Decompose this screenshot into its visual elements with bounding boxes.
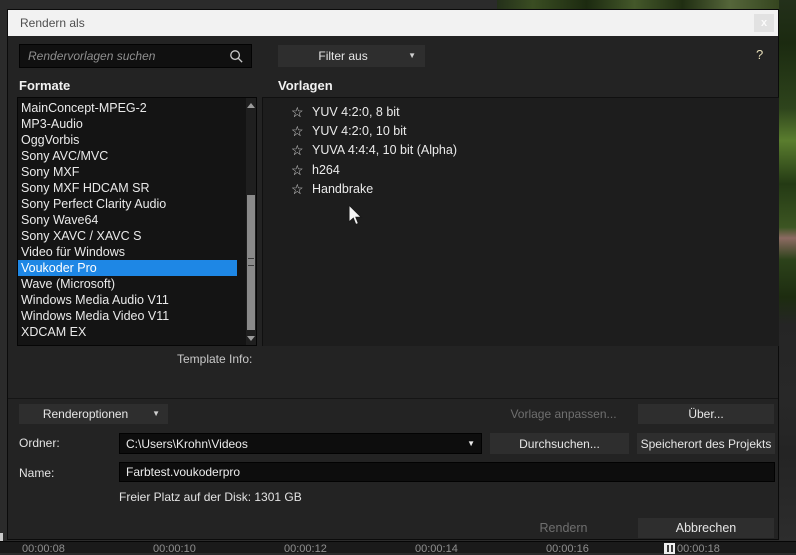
free-space-text: Freier Platz auf der Disk: 1301 GB bbox=[119, 490, 302, 504]
favorite-star-icon[interactable]: ☆ bbox=[291, 182, 312, 196]
browse-label: Durchsuchen... bbox=[519, 437, 600, 451]
name-label: Name: bbox=[19, 466, 54, 480]
template-search-box bbox=[19, 44, 252, 68]
format-list-item[interactable]: Sony MXF bbox=[18, 164, 237, 180]
filter-label: Filter aus bbox=[278, 49, 408, 63]
favorite-star-icon[interactable]: ☆ bbox=[291, 143, 312, 157]
scroll-down-icon[interactable] bbox=[247, 332, 255, 344]
timeline-timestamp: 00:00:10 bbox=[153, 543, 196, 555]
timeline-timestamp: 00:00:12 bbox=[284, 543, 327, 555]
search-icon bbox=[229, 49, 244, 64]
close-button[interactable]: x bbox=[754, 14, 774, 32]
customize-template-label: Vorlage anpassen... bbox=[510, 407, 616, 421]
timeline-timestamp: 00:00:16 bbox=[546, 543, 589, 555]
template-label: YUVA 4:4:4, 10 bit (Alpha) bbox=[312, 143, 457, 157]
formats-list-items: MainConcept-MPEG-2MP3-AudioOggVorbisSony… bbox=[18, 100, 246, 340]
format-list-item[interactable]: Sony MXF HDCAM SR bbox=[18, 180, 237, 196]
format-list-item[interactable]: MP3-Audio bbox=[18, 116, 237, 132]
template-label: YUV 4:2:0, 10 bit bbox=[312, 124, 407, 138]
dialog-title: Rendern als bbox=[20, 16, 85, 30]
scroll-up-icon[interactable] bbox=[247, 99, 255, 111]
templates-panel: ☆ YUV 4:2:0, 8 bit ☆ YUV 4:2:0, 10 bit ☆… bbox=[262, 97, 779, 346]
template-info-label: Template Info: bbox=[177, 352, 252, 366]
filter-dropdown-button[interactable]: Filter aus ▼ bbox=[278, 45, 425, 67]
chevron-down-icon[interactable]: ▼ bbox=[467, 440, 475, 448]
formats-header: Formate bbox=[19, 78, 70, 93]
template-list-item[interactable]: ☆ YUV 4:2:0, 8 bit bbox=[263, 102, 779, 121]
filename-field bbox=[119, 462, 775, 482]
format-list-item[interactable]: Voukoder Pro bbox=[18, 260, 237, 276]
project-location-label: Speicherort des Projekts bbox=[641, 437, 772, 451]
cancel-button[interactable]: Abbrechen bbox=[638, 518, 774, 538]
favorite-star-icon[interactable]: ☆ bbox=[291, 163, 312, 177]
formats-scrollbar[interactable] bbox=[246, 98, 256, 345]
search-input[interactable] bbox=[20, 49, 229, 63]
close-icon: x bbox=[761, 17, 767, 29]
template-list-item[interactable]: ☆ Handbrake bbox=[263, 179, 779, 198]
cancel-label: Abbrechen bbox=[676, 521, 736, 535]
help-button[interactable]: ? bbox=[756, 47, 763, 62]
format-list-item[interactable]: Windows Media Audio V11 bbox=[18, 292, 237, 308]
timeline-timestamp: 00:00:08 bbox=[22, 543, 65, 555]
folder-combobox[interactable]: C:\Users\Krohn\Videos ▼ bbox=[119, 433, 482, 454]
favorite-star-icon[interactable]: ☆ bbox=[291, 124, 312, 138]
project-location-button[interactable]: Speicherort des Projekts bbox=[637, 433, 775, 454]
dialog-body: Filter aus ▼ ? Formate Vorlagen MainConc… bbox=[8, 36, 778, 539]
favorite-star-icon[interactable]: ☆ bbox=[291, 105, 312, 119]
format-list-item[interactable]: Sony Perfect Clarity Audio bbox=[18, 196, 237, 212]
templates-header: Vorlagen bbox=[278, 78, 333, 93]
chevron-down-icon: ▼ bbox=[152, 410, 160, 418]
template-label: h264 bbox=[312, 163, 340, 177]
format-list-item[interactable]: Sony Wave64 bbox=[18, 212, 237, 228]
formats-list: MainConcept-MPEG-2MP3-AudioOggVorbisSony… bbox=[17, 97, 257, 346]
render-label: Rendern bbox=[540, 521, 588, 535]
folder-path-value: C:\Users\Krohn\Videos bbox=[120, 437, 467, 451]
scrollbar-thumb[interactable] bbox=[247, 195, 255, 330]
filename-input[interactable] bbox=[120, 463, 774, 481]
format-list-item[interactable]: Wave (Microsoft) bbox=[18, 276, 237, 292]
format-list-item[interactable]: Sony AVC/MVC bbox=[18, 148, 237, 164]
render-as-dialog: Rendern als x Filter aus ▼ ? Formate Vor… bbox=[7, 9, 779, 540]
template-label: YUV 4:2:0, 8 bit bbox=[312, 105, 400, 119]
render-button: Rendern bbox=[506, 518, 621, 538]
section-divider bbox=[8, 398, 778, 399]
chevron-down-icon: ▼ bbox=[408, 52, 416, 60]
browse-button[interactable]: Durchsuchen... bbox=[490, 433, 629, 454]
customize-template-button: Vorlage anpassen... bbox=[506, 404, 621, 424]
timeline-timestamp: 00:00:18 bbox=[677, 543, 720, 555]
timeline-ruler[interactable]: 00:00:08 00:00:10 00:00:12 00:00:14 00:00:16… bbox=[0, 541, 796, 553]
folder-label: Ordner: bbox=[19, 436, 60, 450]
about-label: Über... bbox=[688, 407, 723, 421]
timeline-timestamp: 00:00:14 bbox=[415, 543, 458, 555]
about-button[interactable]: Über... bbox=[638, 404, 774, 424]
format-list-item[interactable]: MainConcept-MPEG-2 bbox=[18, 100, 237, 116]
dialog-titlebar[interactable]: Rendern als x bbox=[8, 10, 778, 36]
format-list-item[interactable]: Video für Windows bbox=[18, 244, 237, 260]
template-label: Handbrake bbox=[312, 182, 373, 196]
background-video-preview-right bbox=[779, 0, 796, 541]
template-list-item[interactable]: ☆ h264 bbox=[263, 160, 779, 179]
format-list-item[interactable]: Windows Media Video V11 bbox=[18, 308, 237, 324]
template-list-item[interactable]: ☆ YUV 4:2:0, 10 bit bbox=[263, 121, 779, 140]
templates-list-items: ☆ YUV 4:2:0, 8 bit ☆ YUV 4:2:0, 10 bit ☆… bbox=[263, 102, 779, 198]
template-list-item[interactable]: ☆ YUVA 4:4:4, 10 bit (Alpha) bbox=[263, 141, 779, 160]
scrollbar-grip-icon bbox=[248, 258, 254, 266]
playhead-marker-icon[interactable] bbox=[664, 543, 675, 554]
format-list-item[interactable]: Sony XAVC / XAVC S bbox=[18, 228, 237, 244]
render-options-button[interactable]: Renderoptionen ▼ bbox=[19, 404, 168, 424]
format-list-item[interactable]: XDCAM EX bbox=[18, 324, 237, 340]
render-options-label: Renderoptionen bbox=[19, 407, 152, 421]
format-list-item[interactable]: OggVorbis bbox=[18, 132, 237, 148]
